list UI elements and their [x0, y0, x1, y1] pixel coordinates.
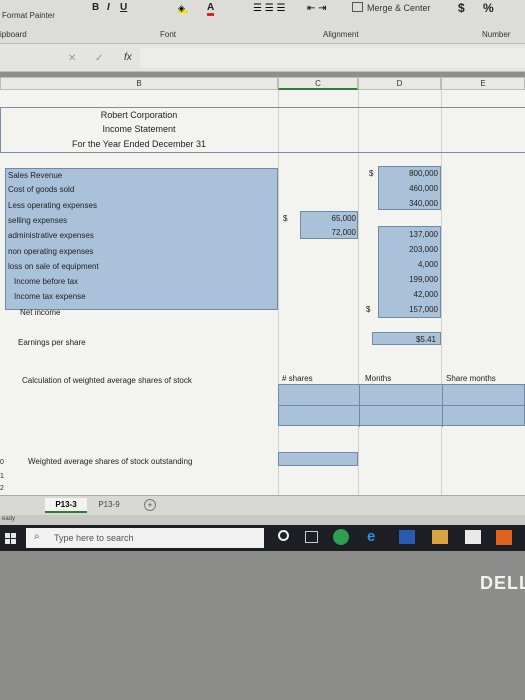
column-header-c[interactable]: C — [278, 77, 358, 90]
cell-value: 137,000 — [409, 230, 438, 239]
row-label: Net income — [20, 308, 61, 317]
enter-icon[interactable]: ✓ — [95, 53, 103, 64]
underline-button[interactable]: U — [120, 2, 127, 13]
add-sheet-button[interactable]: + — [144, 499, 156, 511]
align-icons[interactable]: ☰ ☰ ☰ — [253, 3, 285, 14]
task-view-icon[interactable] — [305, 531, 318, 543]
currency-symbol: $ — [369, 169, 374, 178]
currency-button[interactable]: $ — [458, 1, 465, 15]
cancel-icon[interactable]: ✕ — [68, 53, 76, 64]
windows-start-icon[interactable] — [5, 533, 16, 544]
company-name: Robert Corporation — [100, 110, 178, 120]
eps-label: Earnings per share — [18, 338, 86, 347]
bold-button[interactable]: B — [92, 2, 99, 13]
cell-value: 800,000 — [409, 169, 438, 178]
weighted-value-cell[interactable] — [278, 452, 358, 466]
cell-value: 65,000 — [331, 214, 356, 223]
search-icon: ⌕ — [34, 531, 40, 542]
chrome-icon[interactable] — [333, 529, 349, 545]
font-color-button[interactable]: A — [207, 2, 215, 16]
statement-period: For the Year Ended December 31 — [71, 139, 207, 149]
row-label: loss on sale of equipment — [8, 262, 99, 271]
fill-color-icon[interactable]: ◈ — [178, 3, 188, 13]
column-header-b[interactable]: B — [0, 77, 278, 90]
cell-value: 72,000 — [331, 228, 356, 237]
tab-p13-3[interactable]: P13-3 — [45, 498, 87, 513]
cell-value: 4,000 — [417, 260, 438, 269]
alignment-group-label: Alignment — [323, 30, 359, 39]
row-label: administrative expenses — [8, 231, 94, 240]
row-label: Income before tax — [14, 277, 79, 286]
fx-icon[interactable]: fx — [124, 52, 132, 63]
indent-icons[interactable]: ⇤ ⇥ — [307, 3, 327, 14]
row-number: 0 — [0, 459, 4, 466]
store-icon[interactable] — [465, 530, 481, 544]
column-header-e[interactable]: E — [441, 77, 525, 90]
file-explorer-icon[interactable] — [432, 530, 448, 544]
gridline — [442, 385, 443, 427]
cell-value: 203,000 — [409, 245, 438, 254]
taskbar-search-box[interactable]: ⌕ Type here to search — [26, 528, 264, 548]
formula-input[interactable] — [140, 48, 525, 68]
row-label: Cost of goods sold — [8, 185, 75, 194]
row-label: non operating expenses — [8, 247, 94, 256]
eps-value[interactable]: $5.41 — [372, 332, 441, 345]
laptop-bezel: DELL — [0, 551, 525, 700]
gridline — [279, 405, 525, 406]
row-label: selling expenses — [8, 216, 68, 225]
cell-value: 460,000 — [409, 184, 438, 193]
status-bar: eady — [0, 515, 525, 525]
font-group-label: Font — [160, 30, 177, 39]
cell-value: 199,000 — [409, 275, 438, 284]
search-input[interactable]: Type here to search — [54, 533, 134, 543]
percent-button[interactable]: % — [483, 1, 494, 15]
status-text: eady — [2, 516, 16, 522]
row-label: Less operating expenses — [8, 201, 97, 210]
row-label: Sales Revenue — [8, 171, 63, 180]
cell-value: 157,000 — [409, 305, 438, 314]
clipboard-group-label: ipboard — [0, 30, 27, 39]
format-painter-button[interactable]: Format Painter — [2, 11, 55, 20]
cortana-icon[interactable] — [278, 530, 289, 541]
currency-symbol: $ — [366, 305, 371, 314]
taskbar: ⌕ Type here to search e — [0, 525, 525, 551]
tab-p13-9[interactable]: P13-9 — [89, 498, 129, 513]
formula-bar: ✕ ✓ fx — [0, 44, 525, 72]
edge-icon[interactable]: e — [367, 528, 375, 545]
dell-logo: DELL — [480, 573, 525, 593]
column-header-d[interactable]: D — [358, 77, 441, 90]
office-icon[interactable] — [496, 530, 512, 545]
row-number: 2 — [0, 485, 4, 492]
merge-icon — [352, 2, 363, 12]
ribbon: Format Painter ipboard B I U ◈ A Font ☰ … — [0, 0, 525, 44]
italic-button[interactable]: I — [107, 2, 110, 13]
number-group-label: Number — [482, 30, 511, 39]
statement-title: Income Statement — [102, 124, 176, 134]
cell-value: 340,000 — [409, 199, 438, 208]
currency-symbol: $ — [283, 214, 288, 223]
merge-center-button[interactable]: Merge & Center — [367, 3, 431, 13]
calc-table[interactable] — [278, 384, 525, 427]
sheet-tabs: P13-3 P13-9 + — [0, 495, 525, 515]
gridline — [359, 385, 360, 427]
weighted-label: Weighted average shares of stock outstan… — [28, 457, 193, 466]
cell-value: 42,000 — [413, 290, 438, 299]
calc-label: Calculation of weighted average shares o… — [22, 376, 192, 385]
row-label: Income tax expense — [14, 292, 86, 301]
word-icon[interactable] — [399, 530, 415, 544]
